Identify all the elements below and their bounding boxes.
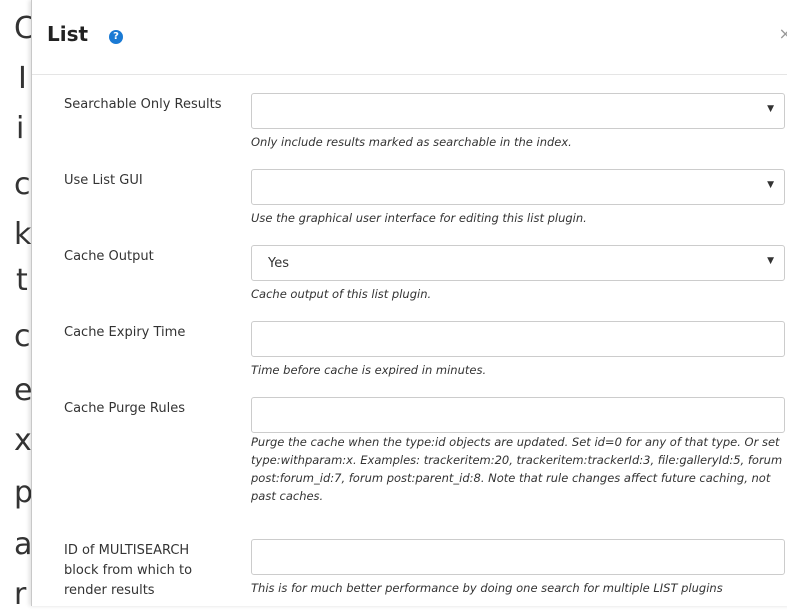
field-help: This is for much better performance by d…: [251, 581, 723, 595]
select-value: Yes: [268, 256, 289, 271]
bg-letter: c: [14, 167, 31, 202]
field-label: Cache Purge Rules: [64, 401, 185, 416]
field-help: Only include results marked as searchabl…: [251, 135, 572, 149]
use-list-gui-select[interactable]: ▼: [251, 169, 785, 205]
field-help: Cache output of this list plugin.: [251, 287, 432, 301]
bg-letter: e: [14, 373, 33, 408]
help-icon[interactable]: ?: [109, 30, 123, 44]
caret-down-icon: ▼: [767, 180, 774, 190]
cache-output-select[interactable]: Yes ▼: [251, 245, 785, 281]
bg-letter: i: [16, 111, 25, 146]
field-label: Searchable Only Results: [64, 97, 222, 112]
bg-letter: I: [18, 61, 27, 96]
cache-purge-rules-input[interactable]: [251, 397, 785, 433]
bg-letter: a: [14, 527, 33, 562]
bg-letter: t: [16, 263, 28, 298]
field-label: Cache Expiry Time: [64, 325, 186, 340]
bg-letter: k: [14, 217, 32, 252]
bg-letter: x: [14, 423, 32, 458]
dialog-title: List: [47, 22, 89, 46]
cache-expiry-time-input[interactable]: [251, 321, 785, 357]
field-label: Cache Output: [64, 249, 154, 264]
dialog-header: List ? ×: [32, 0, 787, 75]
field-label: Use List GUI: [64, 173, 143, 188]
multisearch-block-id-input[interactable]: [251, 539, 785, 575]
field-help: Purge the cache when the type:id objects…: [251, 435, 783, 503]
searchable-only-results-select[interactable]: ▼: [251, 93, 785, 129]
list-plugin-dialog: List ? × Searchable Only Results ▼ Only …: [31, 0, 787, 606]
bg-letter: c: [14, 319, 31, 354]
close-icon[interactable]: ×: [779, 24, 787, 43]
caret-down-icon: ▼: [767, 104, 774, 114]
field-help: Use the graphical user interface for edi…: [251, 211, 587, 225]
caret-down-icon: ▼: [767, 256, 774, 266]
field-label: ID of MULTISEARCH block from which to re…: [64, 543, 193, 598]
field-help: Time before cache is expired in minutes.: [251, 363, 487, 377]
